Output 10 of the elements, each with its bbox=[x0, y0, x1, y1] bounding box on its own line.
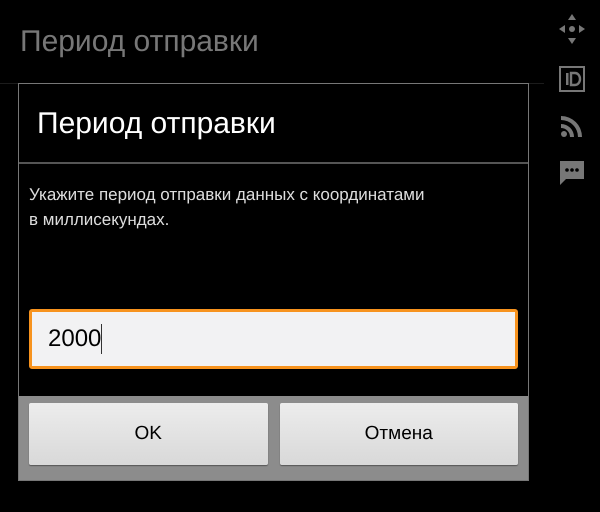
input-field[interactable]: 2000 bbox=[29, 309, 518, 369]
dialog-title: Период отправки bbox=[37, 106, 276, 142]
dialog-button[interactable]: Отмена bbox=[280, 403, 518, 465]
dialog-button[interactable]: OK bbox=[29, 403, 268, 465]
dialog-message: Укажите период отправки данных с координатами в миллисекундах. bbox=[29, 184, 426, 231]
id-card-icon[interactable] bbox=[559, 66, 585, 92]
move-arrows-icon[interactable] bbox=[559, 14, 585, 44]
chat-icon[interactable] bbox=[559, 160, 585, 186]
screen-title: Период отправки bbox=[20, 24, 259, 60]
rss-icon[interactable] bbox=[560, 114, 584, 138]
